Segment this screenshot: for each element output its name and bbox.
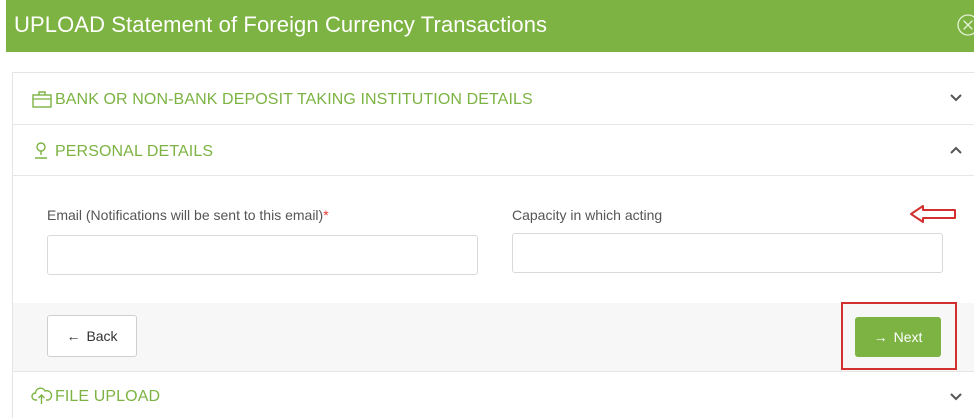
section-bank-details[interactable]: BANK OR NON-BANK DEPOSIT TAKING INSTITUT… [13,73,974,125]
back-button-label: Back [86,328,118,344]
next-button[interactable]: → Next [855,317,941,357]
chevron-down-icon[interactable] [949,93,963,103]
section-file-label: FILE UPLOAD [55,388,161,405]
briefcase-icon [32,91,52,108]
section-bank-label: BANK OR NON-BANK DEPOSIT TAKING INSTITUT… [55,91,533,108]
next-button-label: Next [893,329,923,345]
chevron-up-icon[interactable] [949,145,963,155]
chevron-down-icon[interactable] [949,392,963,402]
close-icon[interactable] [956,13,974,37]
form-footer [13,303,974,371]
back-button[interactable]: ← Back [47,315,137,357]
section-file-upload[interactable]: FILE UPLOAD [13,371,974,418]
annotation-arrow-icon [910,205,956,223]
dialog-title: UPLOAD Statement of Foreign Currency Tra… [14,12,548,37]
arrow-left-icon: ← [66,328,81,344]
section-personal-label: PERSONAL DETAILS [55,143,214,160]
section-personal-details[interactable]: PERSONAL DETAILS [13,125,974,176]
cloud-upload-icon [31,387,53,404]
email-field[interactable] [47,235,478,275]
dialog-header: UPLOAD Statement of Foreign Currency Tra… [6,0,974,52]
capacity-label: Capacity in which acting [512,207,663,223]
arrow-right-icon: → [873,329,888,345]
capacity-field[interactable] [512,233,943,273]
accordion-panel: BANK OR NON-BANK DEPOSIT TAKING INSTITUT… [12,72,974,418]
required-mark: * [323,207,329,223]
user-icon [35,142,47,159]
email-label: Email (Notifications will be sent to thi… [47,207,329,223]
